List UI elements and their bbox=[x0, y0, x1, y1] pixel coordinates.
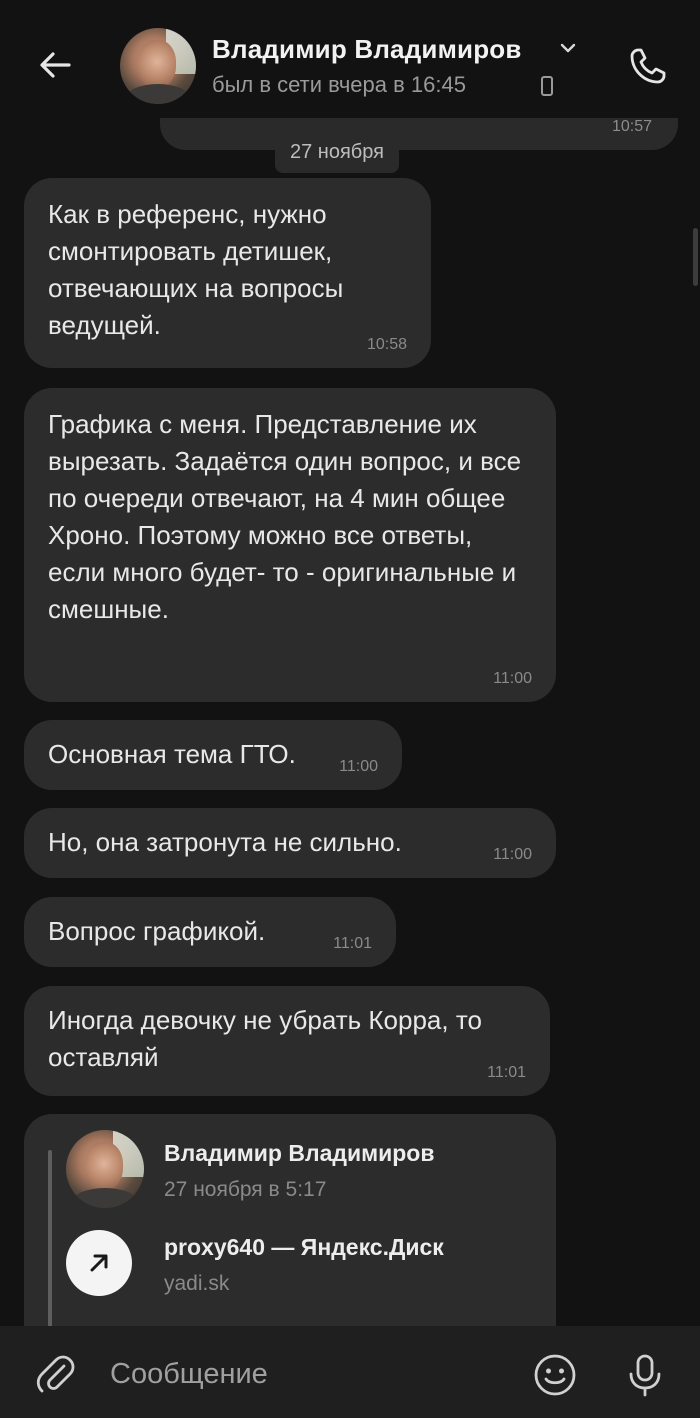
arrow-up-right-icon bbox=[90, 1254, 108, 1272]
message-bubble[interactable]: Основная тема ГТО. 11:00 bbox=[24, 720, 402, 790]
contact-name[interactable]: Владимир Владимиров bbox=[212, 34, 522, 65]
call-button[interactable] bbox=[622, 40, 674, 92]
microphone-icon bbox=[629, 1354, 661, 1397]
message-bubble[interactable]: Иногда девочку не убрать Корра, то остав… bbox=[24, 986, 550, 1096]
message-bubble[interactable]: Как в референс, нужно смонтировать детиш… bbox=[24, 178, 431, 368]
message-text: Вопрос графикой. bbox=[48, 916, 266, 946]
message-text: Графика с меня. Представление их вырезат… bbox=[48, 409, 522, 624]
message-time: 11:00 bbox=[339, 758, 378, 775]
forward-indicator-bar bbox=[48, 1150, 52, 1330]
attach-button[interactable] bbox=[32, 1350, 80, 1398]
contact-status: был в сети вчера в 16:45 bbox=[212, 72, 466, 97]
message-time: 10:58 bbox=[366, 336, 407, 353]
emoji-button[interactable] bbox=[530, 1350, 580, 1400]
message-text: Как в референс, нужно смонтировать детиш… bbox=[48, 199, 344, 340]
forwarded-author-name[interactable]: Владимир Владимиров bbox=[164, 1140, 435, 1167]
arrow-left-icon bbox=[40, 52, 71, 78]
message-bubble[interactable]: Вопрос графикой. 11:01 bbox=[24, 897, 396, 967]
message-time: 11:00 bbox=[493, 670, 532, 687]
link-button[interactable] bbox=[66, 1230, 132, 1296]
link-title[interactable]: proxy640 — Яндекс.Диск bbox=[164, 1234, 444, 1261]
message-time: 10:57 bbox=[611, 118, 652, 135]
smile-icon bbox=[534, 1354, 576, 1396]
forwarded-message[interactable]: Владимир Владимиров 27 ноября в 5:17 pro… bbox=[24, 1114, 556, 1334]
avatar[interactable] bbox=[120, 28, 196, 104]
paperclip-icon bbox=[36, 1355, 75, 1393]
scrollbar[interactable] bbox=[693, 228, 698, 286]
date-separator: 27 ноября bbox=[275, 131, 399, 173]
chat-screen: 10:57 Владимир Владимиров был в сети вче… bbox=[0, 0, 700, 1418]
forwarded-date: 27 ноября в 5:17 bbox=[164, 1178, 327, 1201]
message-time: 11:01 bbox=[333, 935, 372, 952]
link-domain: yadi.sk bbox=[164, 1272, 230, 1295]
message-text: Но, она затронута не сильно. bbox=[48, 827, 402, 857]
forwarded-author-avatar[interactable] bbox=[66, 1130, 144, 1208]
message-input[interactable] bbox=[110, 1350, 510, 1398]
back-button[interactable] bbox=[30, 40, 80, 90]
chat-header: Владимир Владимиров был в сети вчера в 1… bbox=[0, 0, 700, 118]
chevron-down-icon[interactable] bbox=[560, 42, 576, 54]
message-time: 11:00 bbox=[493, 846, 532, 863]
mobile-device-icon bbox=[541, 76, 553, 96]
message-text: Основная тема ГТО. bbox=[48, 739, 296, 769]
message-text: Иногда девочку не убрать Корра, то остав… bbox=[48, 1005, 482, 1072]
message-bubble[interactable]: Графика с меня. Представление их вырезат… bbox=[24, 388, 556, 702]
message-time: 11:01 bbox=[487, 1064, 526, 1081]
microphone-button[interactable] bbox=[620, 1350, 670, 1400]
phone-icon bbox=[630, 48, 666, 84]
message-bubble[interactable]: Но, она затронута не сильно. 11:00 bbox=[24, 808, 556, 878]
message-composer bbox=[0, 1326, 700, 1418]
